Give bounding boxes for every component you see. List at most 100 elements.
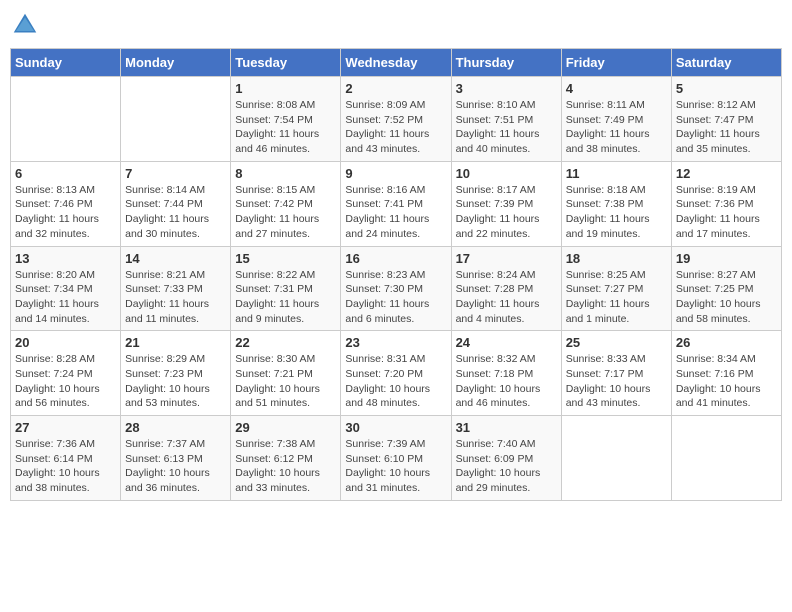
- calendar-cell: 26Sunrise: 8:34 AM Sunset: 7:16 PM Dayli…: [671, 331, 781, 416]
- day-info: Sunrise: 8:18 AM Sunset: 7:38 PM Dayligh…: [566, 183, 667, 242]
- day-info: Sunrise: 8:17 AM Sunset: 7:39 PM Dayligh…: [456, 183, 557, 242]
- day-info: Sunrise: 8:31 AM Sunset: 7:20 PM Dayligh…: [345, 352, 446, 411]
- calendar-cell: 14 Sunrise: 8:21 AM Sunset: 7:33 PM Dayli…: [121, 246, 231, 331]
- day-number: 9: [345, 166, 446, 181]
- day-info: Sunrise: 8:12 AM Sunset: 7:47 PM Dayligh…: [676, 98, 777, 157]
- calendar-cell: 22 Sunrise: 8:30 AM Sunset: 7:21 PM Dayli…: [231, 331, 341, 416]
- day-info: Sunrise: 8:32 AM Sunset: 7:18 PM Dayligh…: [456, 352, 557, 411]
- calendar-cell: 12 Sunrise: 8:19 AM Sunset: 7:36 PM Dayli…: [671, 161, 781, 246]
- calendar-cell: 16 Sunrise: 8:23 AM Sunset: 7:30 PM Dayli…: [341, 246, 451, 331]
- day-number: 1: [235, 81, 336, 96]
- day-info: Sunrise: 7:38 AM Sunset: 6:12 PM Dayligh…: [235, 437, 336, 496]
- day-number: 23: [345, 335, 446, 350]
- day-header-saturday: Saturday: [671, 49, 781, 77]
- day-number: 12: [676, 166, 777, 181]
- calendar-cell: [671, 416, 781, 501]
- day-header-sunday: Sunday: [11, 49, 121, 77]
- day-number: 4: [566, 81, 667, 96]
- day-info: Sunrise: 8:24 AM Sunset: 7:28 PM Dayligh…: [456, 268, 557, 327]
- day-info: Sunrise: 8:30 AM Sunset: 7:21 PM Dayligh…: [235, 352, 336, 411]
- day-number: 17: [456, 251, 557, 266]
- calendar-cell: [121, 77, 231, 162]
- day-number: 18: [566, 251, 667, 266]
- day-info: Sunrise: 8:09 AM Sunset: 7:52 PM Dayligh…: [345, 98, 446, 157]
- day-number: 19: [676, 251, 777, 266]
- page-header: [10, 10, 782, 40]
- day-number: 11: [566, 166, 667, 181]
- calendar-cell: 25Sunrise: 8:33 AM Sunset: 7:17 PM Dayli…: [561, 331, 671, 416]
- day-info: Sunrise: 8:10 AM Sunset: 7:51 PM Dayligh…: [456, 98, 557, 157]
- day-header-thursday: Thursday: [451, 49, 561, 77]
- calendar-cell: 30 Sunrise: 7:39 AM Sunset: 6:10 PM Dayli…: [341, 416, 451, 501]
- calendar-cell: 31 Sunrise: 7:40 AM Sunset: 6:09 PM Dayli…: [451, 416, 561, 501]
- calendar-cell: 1 Sunrise: 8:08 AM Sunset: 7:54 PM Daylig…: [231, 77, 341, 162]
- logo-icon: [10, 10, 40, 40]
- calendar-cell: 27 Sunrise: 7:36 AM Sunset: 6:14 PM Dayli…: [11, 416, 121, 501]
- calendar-cell: 17 Sunrise: 8:24 AM Sunset: 7:28 PM Dayli…: [451, 246, 561, 331]
- calendar-cell: 28 Sunrise: 7:37 AM Sunset: 6:13 PM Dayli…: [121, 416, 231, 501]
- day-info: Sunrise: 7:39 AM Sunset: 6:10 PM Dayligh…: [345, 437, 446, 496]
- calendar-table: SundayMondayTuesdayWednesdayThursdayFrid…: [10, 48, 782, 501]
- day-info: Sunrise: 7:40 AM Sunset: 6:09 PM Dayligh…: [456, 437, 557, 496]
- calendar-cell: 10 Sunrise: 8:17 AM Sunset: 7:39 PM Dayli…: [451, 161, 561, 246]
- day-number: 7: [125, 166, 226, 181]
- calendar-cell: 9Sunrise: 8:16 AM Sunset: 7:41 PM Daylig…: [341, 161, 451, 246]
- day-info: Sunrise: 8:22 AM Sunset: 7:31 PM Dayligh…: [235, 268, 336, 327]
- day-number: 13: [15, 251, 116, 266]
- calendar-cell: 6Sunrise: 8:13 AM Sunset: 7:46 PM Daylig…: [11, 161, 121, 246]
- day-info: Sunrise: 8:28 AM Sunset: 7:24 PM Dayligh…: [15, 352, 116, 411]
- day-info: Sunrise: 8:27 AM Sunset: 7:25 PM Dayligh…: [676, 268, 777, 327]
- calendar-cell: 2 Sunrise: 8:09 AM Sunset: 7:52 PM Daylig…: [341, 77, 451, 162]
- day-info: Sunrise: 8:14 AM Sunset: 7:44 PM Dayligh…: [125, 183, 226, 242]
- calendar-cell: 21 Sunrise: 8:29 AM Sunset: 7:23 PM Dayli…: [121, 331, 231, 416]
- calendar-cell: [561, 416, 671, 501]
- day-number: 16: [345, 251, 446, 266]
- calendar-cell: 11 Sunrise: 8:18 AM Sunset: 7:38 PM Dayli…: [561, 161, 671, 246]
- calendar-cell: [11, 77, 121, 162]
- day-number: 8: [235, 166, 336, 181]
- calendar-cell: 24 Sunrise: 8:32 AM Sunset: 7:18 PM Dayli…: [451, 331, 561, 416]
- calendar-cell: 8Sunrise: 8:15 AM Sunset: 7:42 PM Daylig…: [231, 161, 341, 246]
- day-number: 24: [456, 335, 557, 350]
- calendar-cell: 3 Sunrise: 8:10 AM Sunset: 7:51 PM Daylig…: [451, 77, 561, 162]
- calendar-cell: 20 Sunrise: 8:28 AM Sunset: 7:24 PM Dayli…: [11, 331, 121, 416]
- day-info: Sunrise: 8:29 AM Sunset: 7:23 PM Dayligh…: [125, 352, 226, 411]
- day-number: 10: [456, 166, 557, 181]
- day-number: 29: [235, 420, 336, 435]
- day-number: 25: [566, 335, 667, 350]
- calendar-cell: 29 Sunrise: 7:38 AM Sunset: 6:12 PM Dayli…: [231, 416, 341, 501]
- calendar-cell: 4Sunrise: 8:11 AM Sunset: 7:49 PM Daylig…: [561, 77, 671, 162]
- day-info: Sunrise: 8:20 AM Sunset: 7:34 PM Dayligh…: [15, 268, 116, 327]
- day-info: Sunrise: 8:08 AM Sunset: 7:54 PM Dayligh…: [235, 98, 336, 157]
- day-header-friday: Friday: [561, 49, 671, 77]
- calendar-week-2: 6Sunrise: 8:13 AM Sunset: 7:46 PM Daylig…: [11, 161, 782, 246]
- day-number: 3: [456, 81, 557, 96]
- day-number: 31: [456, 420, 557, 435]
- calendar-week-1: 1 Sunrise: 8:08 AM Sunset: 7:54 PM Daylig…: [11, 77, 782, 162]
- day-header-tuesday: Tuesday: [231, 49, 341, 77]
- day-info: Sunrise: 7:37 AM Sunset: 6:13 PM Dayligh…: [125, 437, 226, 496]
- day-info: Sunrise: 8:23 AM Sunset: 7:30 PM Dayligh…: [345, 268, 446, 327]
- calendar-header: SundayMondayTuesdayWednesdayThursdayFrid…: [11, 49, 782, 77]
- day-info: Sunrise: 8:34 AM Sunset: 7:16 PM Dayligh…: [676, 352, 777, 411]
- day-info: Sunrise: 8:19 AM Sunset: 7:36 PM Dayligh…: [676, 183, 777, 242]
- day-header-monday: Monday: [121, 49, 231, 77]
- day-number: 30: [345, 420, 446, 435]
- day-number: 14: [125, 251, 226, 266]
- day-info: Sunrise: 7:36 AM Sunset: 6:14 PM Dayligh…: [15, 437, 116, 496]
- day-number: 2: [345, 81, 446, 96]
- day-number: 6: [15, 166, 116, 181]
- day-number: 20: [15, 335, 116, 350]
- day-number: 22: [235, 335, 336, 350]
- calendar-week-3: 13 Sunrise: 8:20 AM Sunset: 7:34 PM Dayli…: [11, 246, 782, 331]
- calendar-cell: 5 Sunrise: 8:12 AM Sunset: 7:47 PM Daylig…: [671, 77, 781, 162]
- day-number: 21: [125, 335, 226, 350]
- day-number: 28: [125, 420, 226, 435]
- logo: [10, 10, 44, 40]
- day-number: 5: [676, 81, 777, 96]
- calendar-cell: 13 Sunrise: 8:20 AM Sunset: 7:34 PM Dayli…: [11, 246, 121, 331]
- calendar-cell: 19 Sunrise: 8:27 AM Sunset: 7:25 PM Dayli…: [671, 246, 781, 331]
- day-info: Sunrise: 8:25 AM Sunset: 7:27 PM Dayligh…: [566, 268, 667, 327]
- day-number: 27: [15, 420, 116, 435]
- day-info: Sunrise: 8:21 AM Sunset: 7:33 PM Dayligh…: [125, 268, 226, 327]
